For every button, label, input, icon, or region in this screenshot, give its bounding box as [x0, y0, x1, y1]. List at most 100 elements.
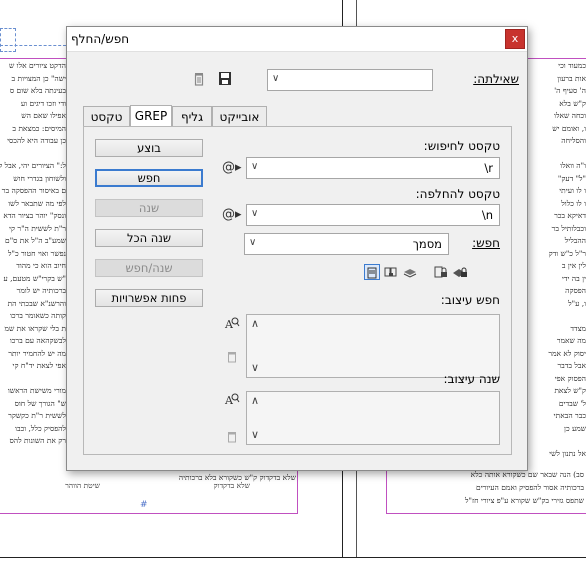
left-footer-b: שלא בדקדוק [213, 481, 250, 490]
text-line: אבל בדבר [557, 361, 586, 370]
change-to-field[interactable]: ∨ \n [246, 204, 500, 226]
delete-query-icon[interactable] [191, 70, 207, 88]
text-line: ש" הגורך של חוס [14, 398, 66, 408]
chevron-down-icon: ∨ [251, 161, 259, 172]
text-line: כן עבודה היא להכסי [7, 136, 66, 145]
clear-find-format-icon[interactable] [225, 349, 239, 363]
find-format-label: חפש עיצוב: [440, 293, 500, 307]
text-line: ו לו ועיתי [559, 186, 586, 195]
grep-tab-panel: בוצע חפש שנה שנה הכל שנה/חפש פחות אפשרוי… [83, 126, 512, 455]
find-what-label: טקסט לחיפוש: [423, 139, 500, 153]
text-line: ין בה ידי [561, 273, 586, 283]
close-button[interactable]: x [505, 29, 525, 49]
specify-find-format-icon[interactable]: A [224, 316, 240, 332]
text-line: שמע כן [564, 423, 586, 433]
dialog-title: חפש/החלף [71, 32, 130, 46]
text-line: לפי מה שתבאר לשו [8, 198, 66, 208]
text-line: לששית ר"ת כקשקר [8, 411, 66, 420]
text-line: ר"ת לששית ה"ר קי [9, 223, 66, 233]
text-line: ל' שבדים [558, 398, 586, 408]
query-select[interactable]: ∨ [267, 69, 433, 91]
text-line: רק את השונות להס [9, 436, 67, 445]
text-line: אל נתנון לשי [549, 448, 586, 458]
page-bottom-edge [0, 557, 586, 558]
text-line: ונסק" יוהר בציור הדא [3, 211, 66, 220]
text-line: אפילו שאם הש [21, 111, 66, 120]
right-footnote-line-2: ברכותיה אסור להפסיק ואמם העיורים [476, 483, 584, 492]
text-line [526, 310, 586, 323]
chevron-down-icon: ∨ [249, 237, 257, 248]
text-line: "ל" דעק" [557, 173, 586, 183]
text-line [0, 373, 66, 386]
text-line: כבר הבאתי [553, 411, 586, 420]
tab-text[interactable]: טקסט [83, 106, 130, 127]
search-scope-select[interactable]: ∨ מסמך [244, 233, 449, 255]
find-format-box[interactable]: ∧ ∨ [246, 314, 500, 378]
chevron-up-icon: ∧ [251, 317, 260, 330]
text-line: חיוב הוא כי מהוד [16, 261, 66, 270]
special-chars-icon[interactable]: @▸ [222, 159, 242, 177]
include-footnotes-icon[interactable] [452, 264, 468, 280]
text-line: יסוק לא אמר [548, 348, 586, 358]
find-button[interactable]: חפש [95, 169, 203, 187]
text-line: כמעוד וכי [558, 61, 586, 70]
chevron-up-icon: ∧ [251, 394, 260, 407]
chevron-down-icon: ∨ [251, 428, 260, 441]
change-format-label: שנה עיצוב: [443, 372, 500, 386]
text-line: ו, ואומם יש [552, 123, 586, 133]
text-line: הדקט ציורים אלו ש [8, 61, 66, 70]
right-column-text: כמעוד וכי אות ברעון ה' סעיף ה' ק"ש בלא וכחה … [526, 60, 586, 460]
text-line: ת בלי שקראו את שמ [4, 323, 66, 333]
text-line: אות ברעון [557, 73, 586, 83]
text-line: להפסיק כלל, וכבו [15, 423, 66, 433]
text-line: ל:" הציורים יהי, אבל ל [0, 161, 66, 170]
save-query-icon[interactable] [217, 70, 233, 88]
right-footnote-line-3: שתפס גזירי בק"ש שקורא ע"פ ציורי חז"ל [465, 496, 584, 505]
text-line: מורי משישת הראשו [7, 386, 66, 395]
include-master-pages-icon[interactable] [433, 264, 449, 280]
text-line: לבשקהאה עם ברכו [9, 336, 66, 345]
specify-change-format-icon[interactable]: A [224, 392, 240, 408]
text-line: נפשר ואוי חטור כ"ל [7, 248, 66, 258]
tab-grep[interactable]: GREP [130, 105, 172, 128]
text-line [0, 148, 66, 161]
text-line: וכבלותיל בר [551, 223, 586, 233]
special-chars-icon[interactable]: @▸ [222, 206, 242, 224]
change-format-box[interactable]: ∧ ∨ [246, 391, 500, 445]
text-line: מצדד [570, 323, 586, 333]
text-line: ם באיסור ההפסקה בר [1, 186, 66, 195]
tab-glyph[interactable]: גליף [172, 106, 212, 127]
text-line: ה' סעיף ה' [554, 86, 586, 95]
paragraph-marker: # [140, 500, 148, 510]
search-scope-label: חפש: [472, 236, 500, 250]
text-line: ק"ש לצאת [554, 386, 586, 395]
frame-handle[interactable] [0, 28, 16, 52]
left-column-text: הדקט ציורים אלו ש ישה" כן המצויות ב בעינתה… [0, 60, 66, 470]
done-button[interactable]: בוצע [95, 139, 203, 157]
text-line: בעינתה בלא שום ס [9, 86, 66, 95]
text-line: ישה" כן המצויות ב [11, 73, 66, 83]
text-line: והסליחה [561, 136, 586, 145]
find-what-field[interactable]: ∨ \r [246, 157, 500, 179]
text-line: וכחה שאלו [554, 111, 586, 120]
dialog-titlebar[interactable]: חפש/החלף x [67, 27, 527, 52]
clear-change-format-icon[interactable] [225, 429, 239, 443]
include-locked-stories-icon[interactable] [383, 264, 399, 280]
include-hidden-layers-icon[interactable] [402, 264, 418, 280]
fewer-options-button[interactable]: פחות אפשרויות [95, 289, 203, 307]
text-line: ו, ע"ל [568, 298, 586, 308]
text-line: המיסים: כמצאת ב [12, 123, 66, 133]
text-line: ו"ה וואלו [560, 161, 586, 170]
text-line: ולשוחון בגדרי חוש [13, 173, 66, 183]
text-line: הפסקה [565, 286, 586, 295]
change-find-button[interactable]: שנה/חפש [95, 259, 203, 277]
text-line: קותה כשאומר ברכו [10, 311, 66, 320]
tab-object[interactable]: אובייקט [212, 106, 267, 127]
change-button[interactable]: שנה [95, 199, 203, 217]
change-all-button[interactable]: שנה הכל [95, 229, 203, 247]
text-line: דאיקא בכר [554, 211, 586, 220]
include-locked-layers-icon[interactable] [364, 264, 380, 280]
text-line: ההבליל [564, 236, 586, 245]
text-line: מה יש להחמיר יותר [8, 348, 66, 358]
chevron-down-icon: ∨ [251, 208, 259, 219]
